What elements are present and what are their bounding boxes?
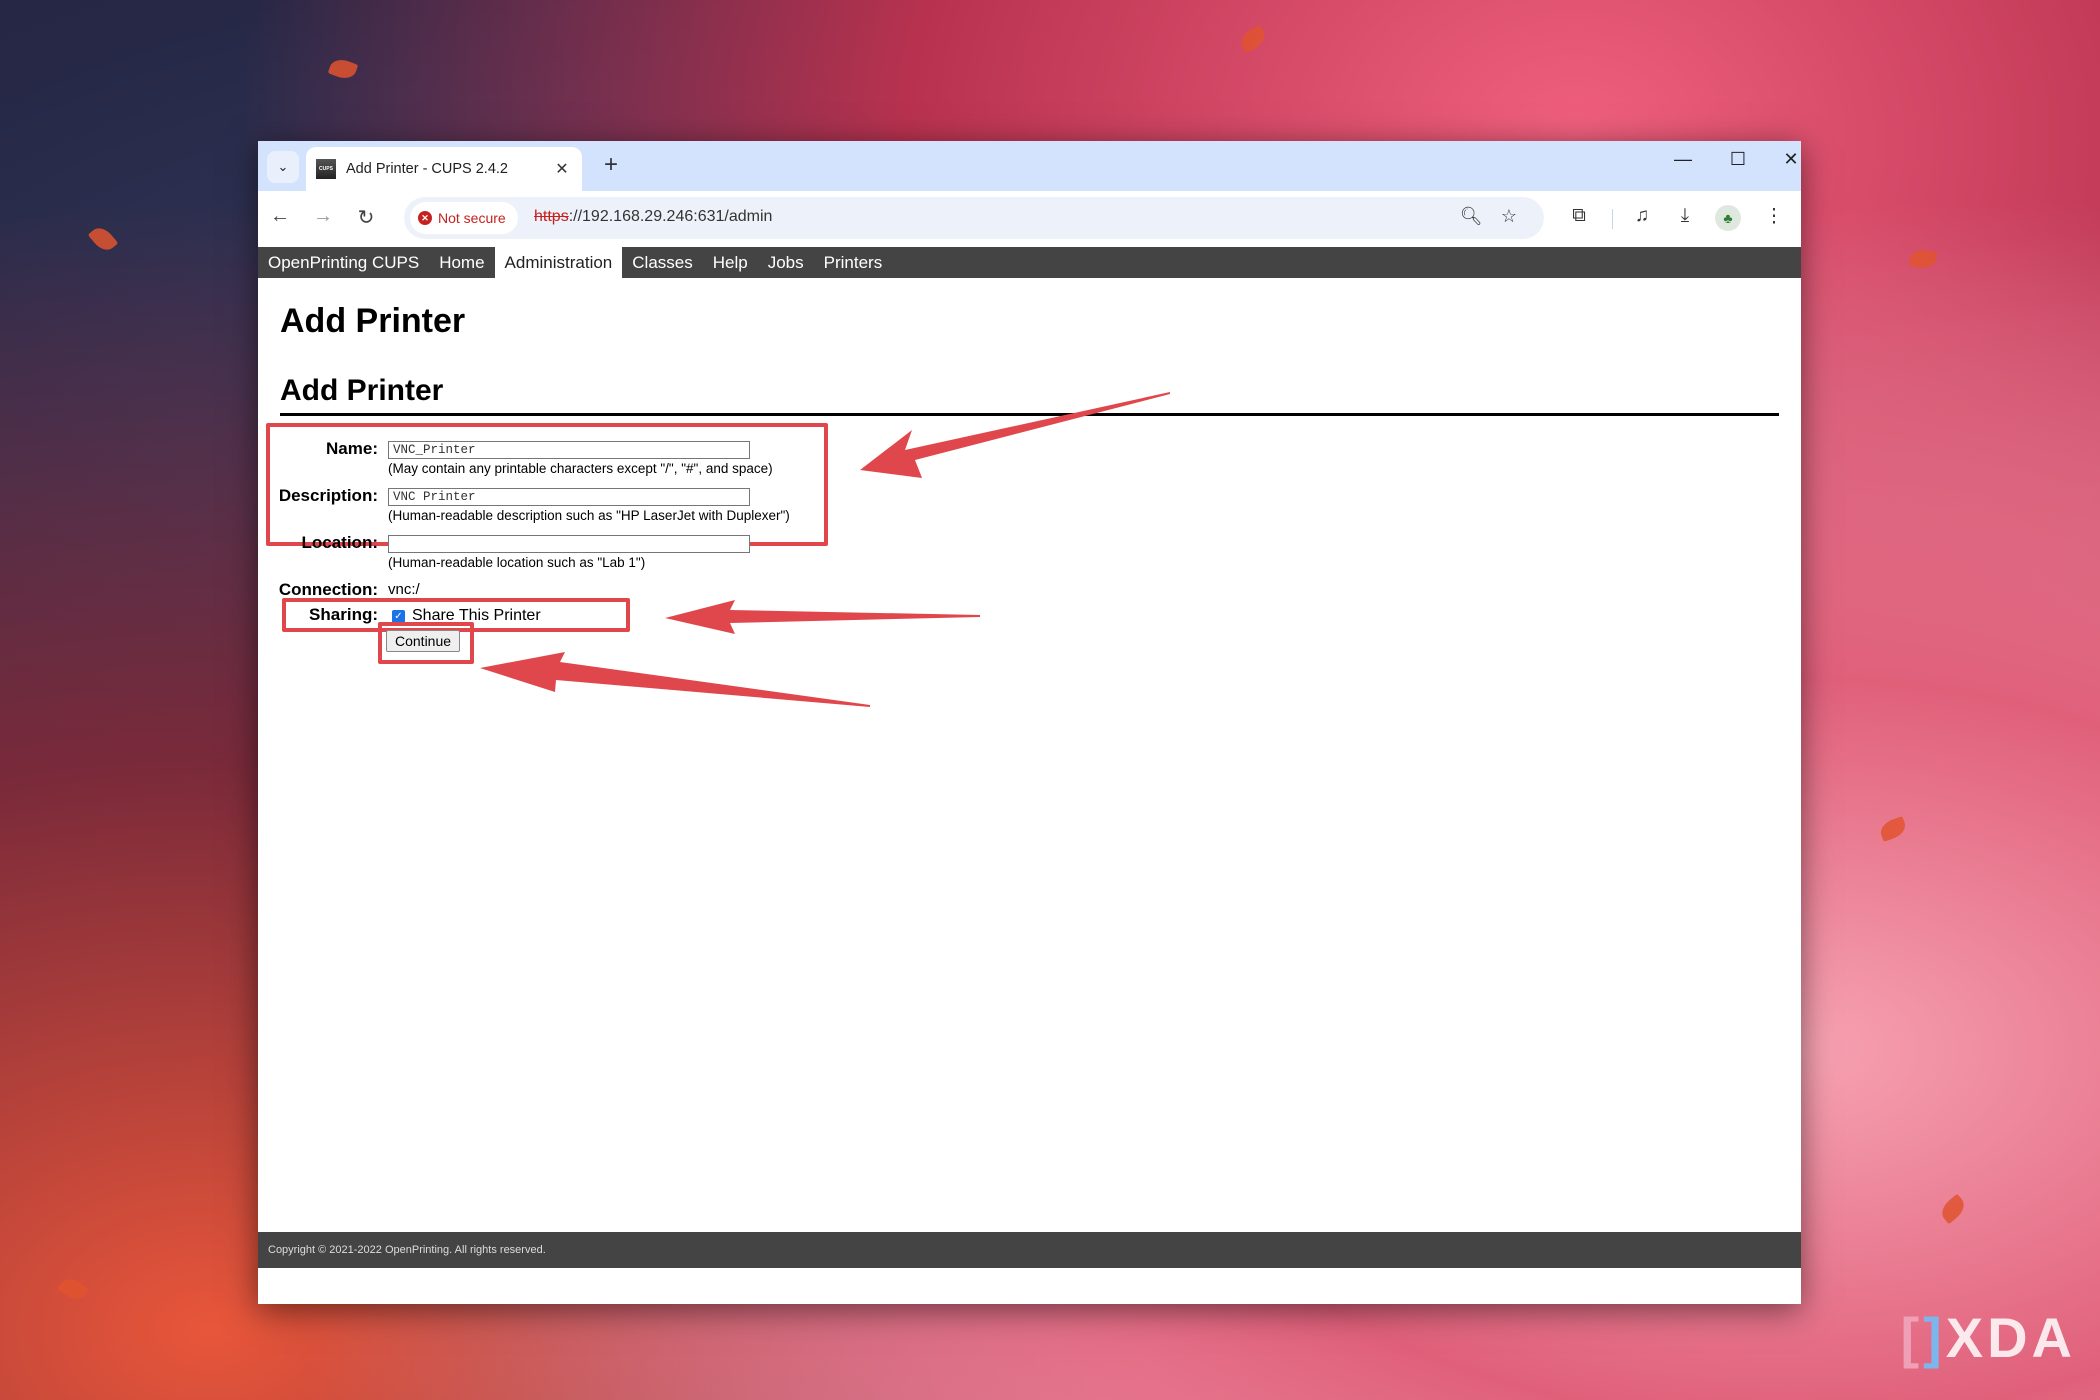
forward-button[interactable]: →	[308, 205, 338, 228]
url-rest: ://192.168.29.246:631/admin	[568, 208, 773, 225]
name-label: Name:	[326, 439, 378, 458]
avatar[interactable]: ♣	[1715, 205, 1741, 231]
name-hint: (May contain any printable characters ex…	[388, 461, 773, 476]
kebab-menu-icon: ⋮	[1764, 206, 1784, 227]
description-label: Description:	[278, 486, 378, 505]
nav-openprinting-cups[interactable]: OpenPrinting CUPS	[258, 247, 429, 278]
browser-tab[interactable]: CUPS Add Printer - CUPS 2.4.2 ✕	[306, 147, 582, 191]
back-button[interactable]: ←	[265, 205, 295, 228]
toolbar-divider	[1612, 209, 1613, 229]
downloads-button[interactable]: ⤓	[1671, 205, 1699, 227]
url-text[interactable]: https://192.168.29.246:631/admin	[534, 208, 772, 226]
maximize-button[interactable]: ☐	[1718, 149, 1758, 170]
nav-classes[interactable]: Classes	[622, 247, 702, 278]
chevron-down-icon: ⌄	[277, 159, 289, 174]
leaf-decoration	[1908, 247, 1938, 271]
tab-search-button[interactable]: ⌄	[267, 151, 299, 183]
page-footer: Copyright © 2021-2022 OpenPrinting. All …	[258, 1232, 1801, 1268]
page-content: Add Printer Add Printer Name: (May conta…	[258, 278, 1801, 1268]
sharing-label: Sharing:	[309, 605, 378, 624]
location-input[interactable]	[388, 535, 750, 553]
section-title: Add Printer	[280, 374, 444, 407]
tab-title: Add Printer - CUPS 2.4.2	[346, 161, 508, 177]
description-input[interactable]	[388, 488, 750, 506]
reload-button[interactable]: ↻	[351, 205, 381, 230]
download-icon: ⤓	[1680, 205, 1690, 226]
nav-jobs[interactable]: Jobs	[758, 247, 814, 278]
media-control-icon: ♫	[1634, 205, 1650, 226]
location-label: Location:	[301, 533, 379, 552]
leaf-decoration	[1877, 816, 1909, 842]
location-hint: (Human-readable location such as "Lab 1"…	[388, 555, 646, 570]
not-secure-icon: ✕	[418, 211, 432, 225]
nav-home[interactable]: Home	[429, 247, 494, 278]
arrow-right-icon: →	[313, 205, 333, 227]
security-chip[interactable]: ✕ Not secure	[410, 202, 518, 234]
minimize-icon: —	[1674, 149, 1692, 169]
star-icon: ☆	[1500, 206, 1518, 226]
nav-administration[interactable]: Administration	[494, 247, 623, 278]
continue-button[interactable]: Continue	[386, 630, 461, 652]
xda-watermark: []XDA	[1900, 1306, 2076, 1369]
close-icon: ✕	[1783, 149, 1799, 169]
url-scheme: https	[534, 208, 569, 225]
puzzle-icon: ⧉	[1572, 205, 1586, 226]
arrow-left-icon: ←	[270, 205, 290, 227]
tab-bar: ⌄ CUPS Add Printer - CUPS 2.4.2 ✕ + — ☐ …	[258, 141, 1801, 191]
name-input[interactable]	[388, 441, 750, 459]
copyright-text: Copyright © 2021-2022 OpenPrinting. All …	[268, 1244, 546, 1256]
page-title: Add Printer	[280, 302, 466, 340]
section-divider	[280, 413, 1779, 416]
leaf-decoration	[1237, 24, 1269, 54]
leaf-decoration	[1937, 1193, 1969, 1225]
cups-favicon: CUPS	[316, 159, 336, 179]
media-control-button[interactable]: ♫	[1628, 205, 1656, 227]
new-tab-button[interactable]: +	[596, 151, 626, 179]
connection-value: vnc:/	[388, 581, 420, 598]
plus-icon: +	[603, 151, 618, 178]
reload-icon: ↻	[357, 207, 375, 229]
address-bar[interactable]: ✕ Not secure https://192.168.29.246:631/…	[404, 197, 1544, 239]
extensions-button[interactable]: ⧉	[1565, 205, 1593, 227]
close-window-button[interactable]: ✕	[1771, 149, 1811, 170]
leaf-decoration	[87, 223, 119, 255]
nav-printers[interactable]: Printers	[814, 247, 893, 278]
bookmark-button[interactable]: ☆	[1496, 206, 1522, 227]
zoom-button[interactable]: 🔍︎	[1458, 206, 1484, 227]
security-chip-label: Not secure	[438, 210, 506, 226]
minimize-button[interactable]: —	[1663, 149, 1703, 170]
leaf-decoration	[327, 56, 359, 82]
browser-window: ⌄ CUPS Add Printer - CUPS 2.4.2 ✕ + — ☐ …	[258, 141, 1801, 1304]
connection-label: Connection:	[278, 580, 378, 599]
description-hint: (Human-readable description such as "HP …	[388, 508, 790, 523]
cups-nav-bar: OpenPrinting CUPS Home Administration Cl…	[258, 247, 1801, 278]
nav-help[interactable]: Help	[703, 247, 758, 278]
leaf-decoration	[57, 1274, 89, 1304]
close-icon[interactable]: ✕	[550, 159, 574, 179]
browser-toolbar: ← → ↻ ✕ Not secure https://192.168.29.24…	[258, 191, 1801, 247]
maximize-icon: ☐	[1729, 149, 1747, 169]
zoom-out-icon: 🔍︎	[1459, 206, 1483, 226]
checkmark-icon: ✓	[394, 611, 403, 622]
browser-menu-button[interactable]: ⋮	[1760, 205, 1788, 228]
